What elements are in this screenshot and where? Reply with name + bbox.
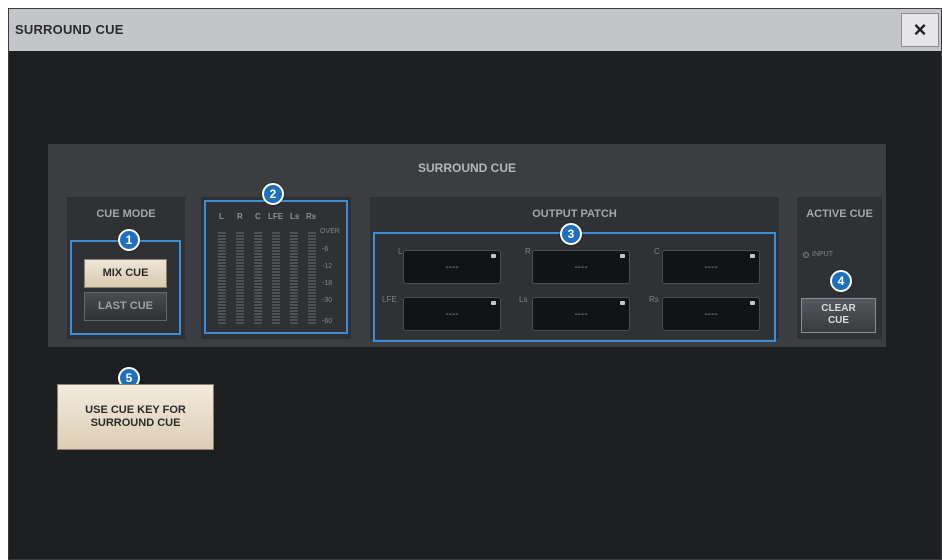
- clear-cue-label-2: CUE: [827, 315, 850, 326]
- use-cue-key-label-1: USE CUE KEY FOR: [85, 404, 186, 416]
- callout-2: 2: [262, 183, 284, 205]
- patch-value: ----: [704, 262, 718, 273]
- patch-label-rs: Rs: [649, 295, 659, 304]
- close-icon[interactable]: ×: [901, 13, 939, 47]
- patch-slot-r[interactable]: ----: [532, 250, 630, 284]
- meter-channel-label: C: [255, 212, 261, 221]
- patch-slot-ls[interactable]: ----: [532, 297, 630, 331]
- meter-channel-label: R: [237, 212, 243, 221]
- patch-value: ----: [574, 309, 588, 320]
- meter-bar-ls: [290, 232, 298, 324]
- active-cue-title: ACTIVE CUE: [806, 208, 873, 220]
- patch-slot-l[interactable]: ----: [403, 250, 501, 284]
- patch-value: ----: [445, 309, 459, 320]
- patch-value: ----: [704, 309, 718, 320]
- meter-scale-label: OVER: [320, 228, 340, 235]
- meter-channel-label: Ls: [290, 212, 300, 221]
- cue-mode-title: CUE MODE: [96, 208, 156, 220]
- patch-value: ----: [445, 262, 459, 273]
- meter-bar-rs: [308, 232, 316, 324]
- meter-scale-label: -6: [322, 246, 329, 253]
- panel-title: SURROUND CUE: [417, 161, 516, 175]
- patch-slot-lfe[interactable]: ----: [403, 297, 501, 331]
- meter-channel-label: Rs: [306, 212, 317, 221]
- clear-cue-label-1: CLEAR: [821, 303, 856, 314]
- popup-icon: [750, 254, 755, 258]
- patch-slot-rs[interactable]: ----: [662, 297, 760, 331]
- patch-label-c: C: [654, 247, 660, 256]
- meter-scale-label: -12: [322, 263, 333, 270]
- patch-slot-c[interactable]: ----: [662, 250, 760, 284]
- patch-label-ls: Ls: [519, 295, 528, 304]
- meter-scale-label: -60: [322, 318, 333, 325]
- meter-channel-label: LFE: [268, 212, 284, 221]
- patch-value: ----: [574, 262, 588, 273]
- use-cue-key-button[interactable]: USE CUE KEY FOR SURROUND CUE: [57, 384, 214, 450]
- title-bar: SURROUND CUE ×: [9, 9, 941, 51]
- mix-cue-button[interactable]: MIX CUE: [84, 259, 167, 288]
- patch-label-lfe: LFE: [382, 295, 397, 304]
- popup-icon: [620, 254, 625, 258]
- meter-bar-c: [254, 232, 262, 324]
- last-cue-button[interactable]: LAST CUE: [84, 292, 167, 321]
- meter-bar-lfe: [272, 232, 280, 324]
- output-patch-title: OUTPUT PATCH: [532, 208, 617, 220]
- meter-scale-label: -18: [322, 280, 333, 287]
- patch-label-l: L: [398, 247, 403, 256]
- meter-bar-l: [218, 232, 226, 324]
- callout-1: 1: [118, 229, 140, 251]
- input-indicator-label: INPUT: [812, 251, 833, 258]
- patch-label-r: R: [525, 247, 531, 256]
- callout-4: 4: [830, 270, 852, 292]
- popup-icon: [491, 301, 496, 305]
- input-indicator-led: [803, 252, 809, 258]
- use-cue-key-label-2: SURROUND CUE: [90, 417, 181, 429]
- meter-channel-label: L: [219, 212, 224, 221]
- window-title: SURROUND CUE: [15, 22, 124, 37]
- clear-cue-button[interactable]: CLEAR CUE: [801, 298, 876, 333]
- popup-icon: [750, 301, 755, 305]
- popup-icon: [491, 254, 496, 258]
- meter-scale-label: -30: [322, 297, 333, 304]
- meter-bar-r: [236, 232, 244, 324]
- callout-3: 3: [560, 223, 582, 245]
- popup-icon: [620, 301, 625, 305]
